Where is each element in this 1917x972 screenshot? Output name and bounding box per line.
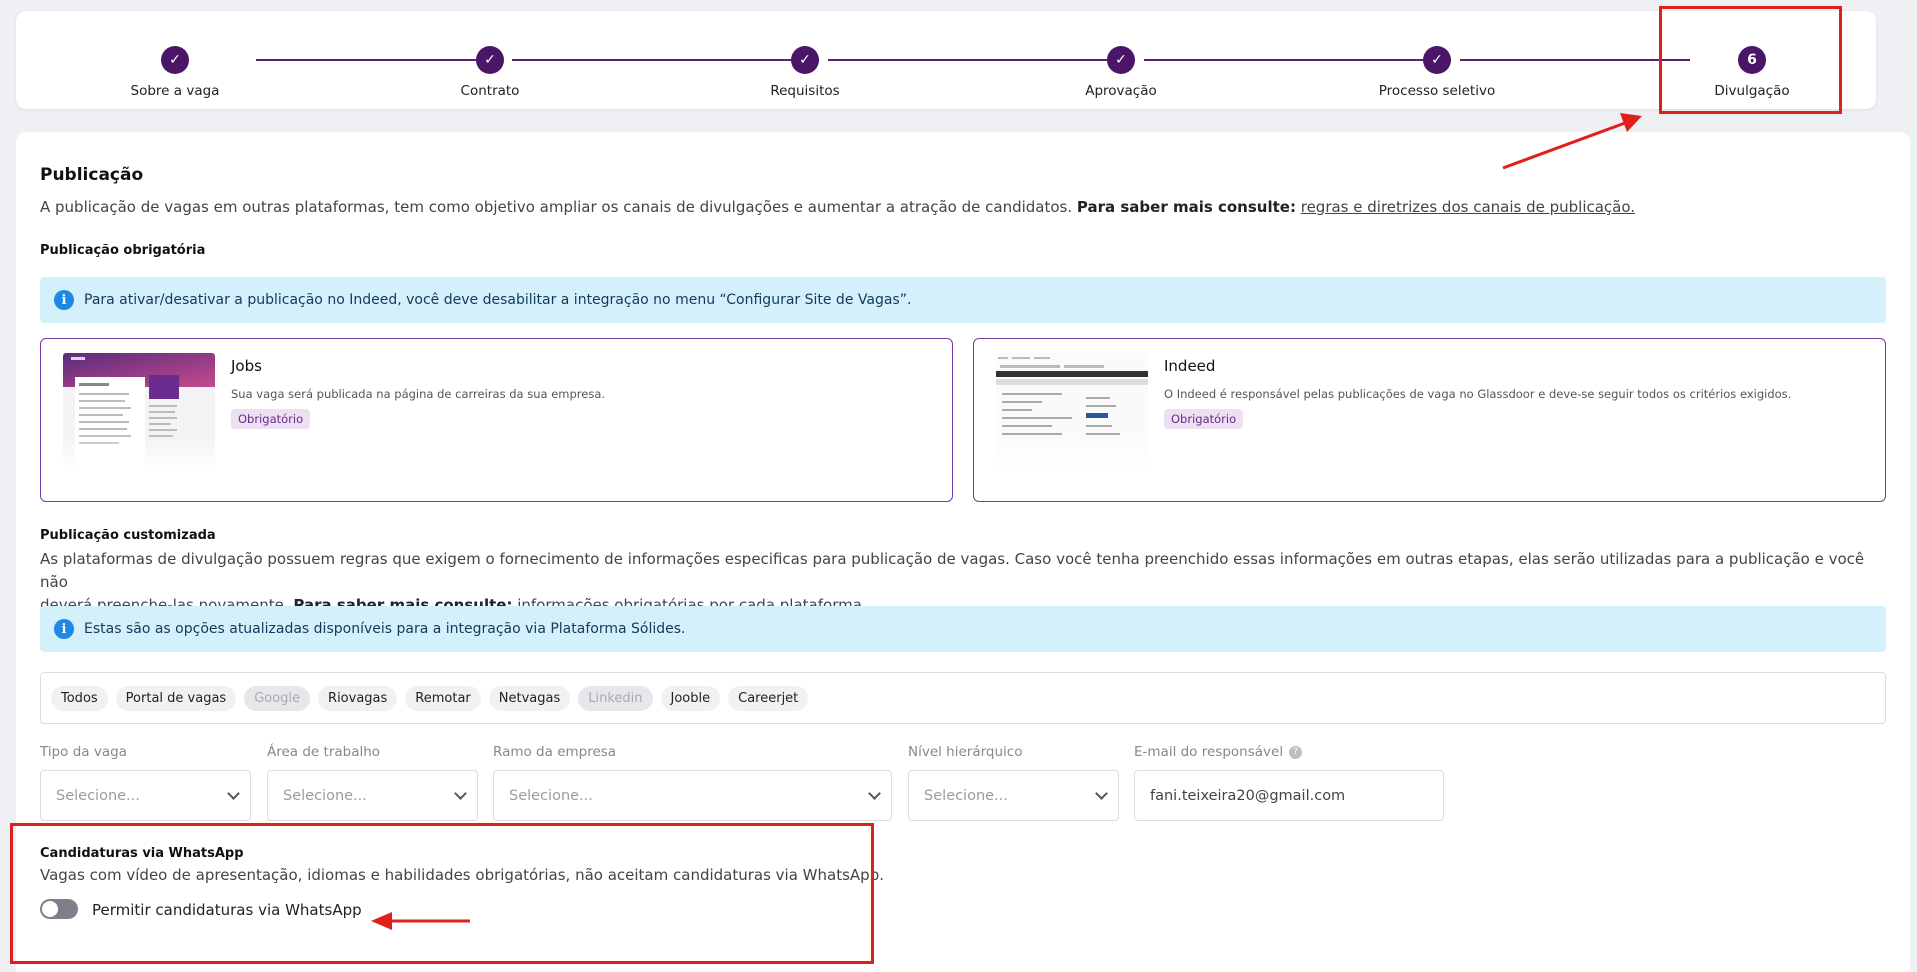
arrow-icon (371, 912, 470, 930)
annotation-arrows (371, 113, 1642, 930)
arrow-icon (1502, 113, 1642, 170)
